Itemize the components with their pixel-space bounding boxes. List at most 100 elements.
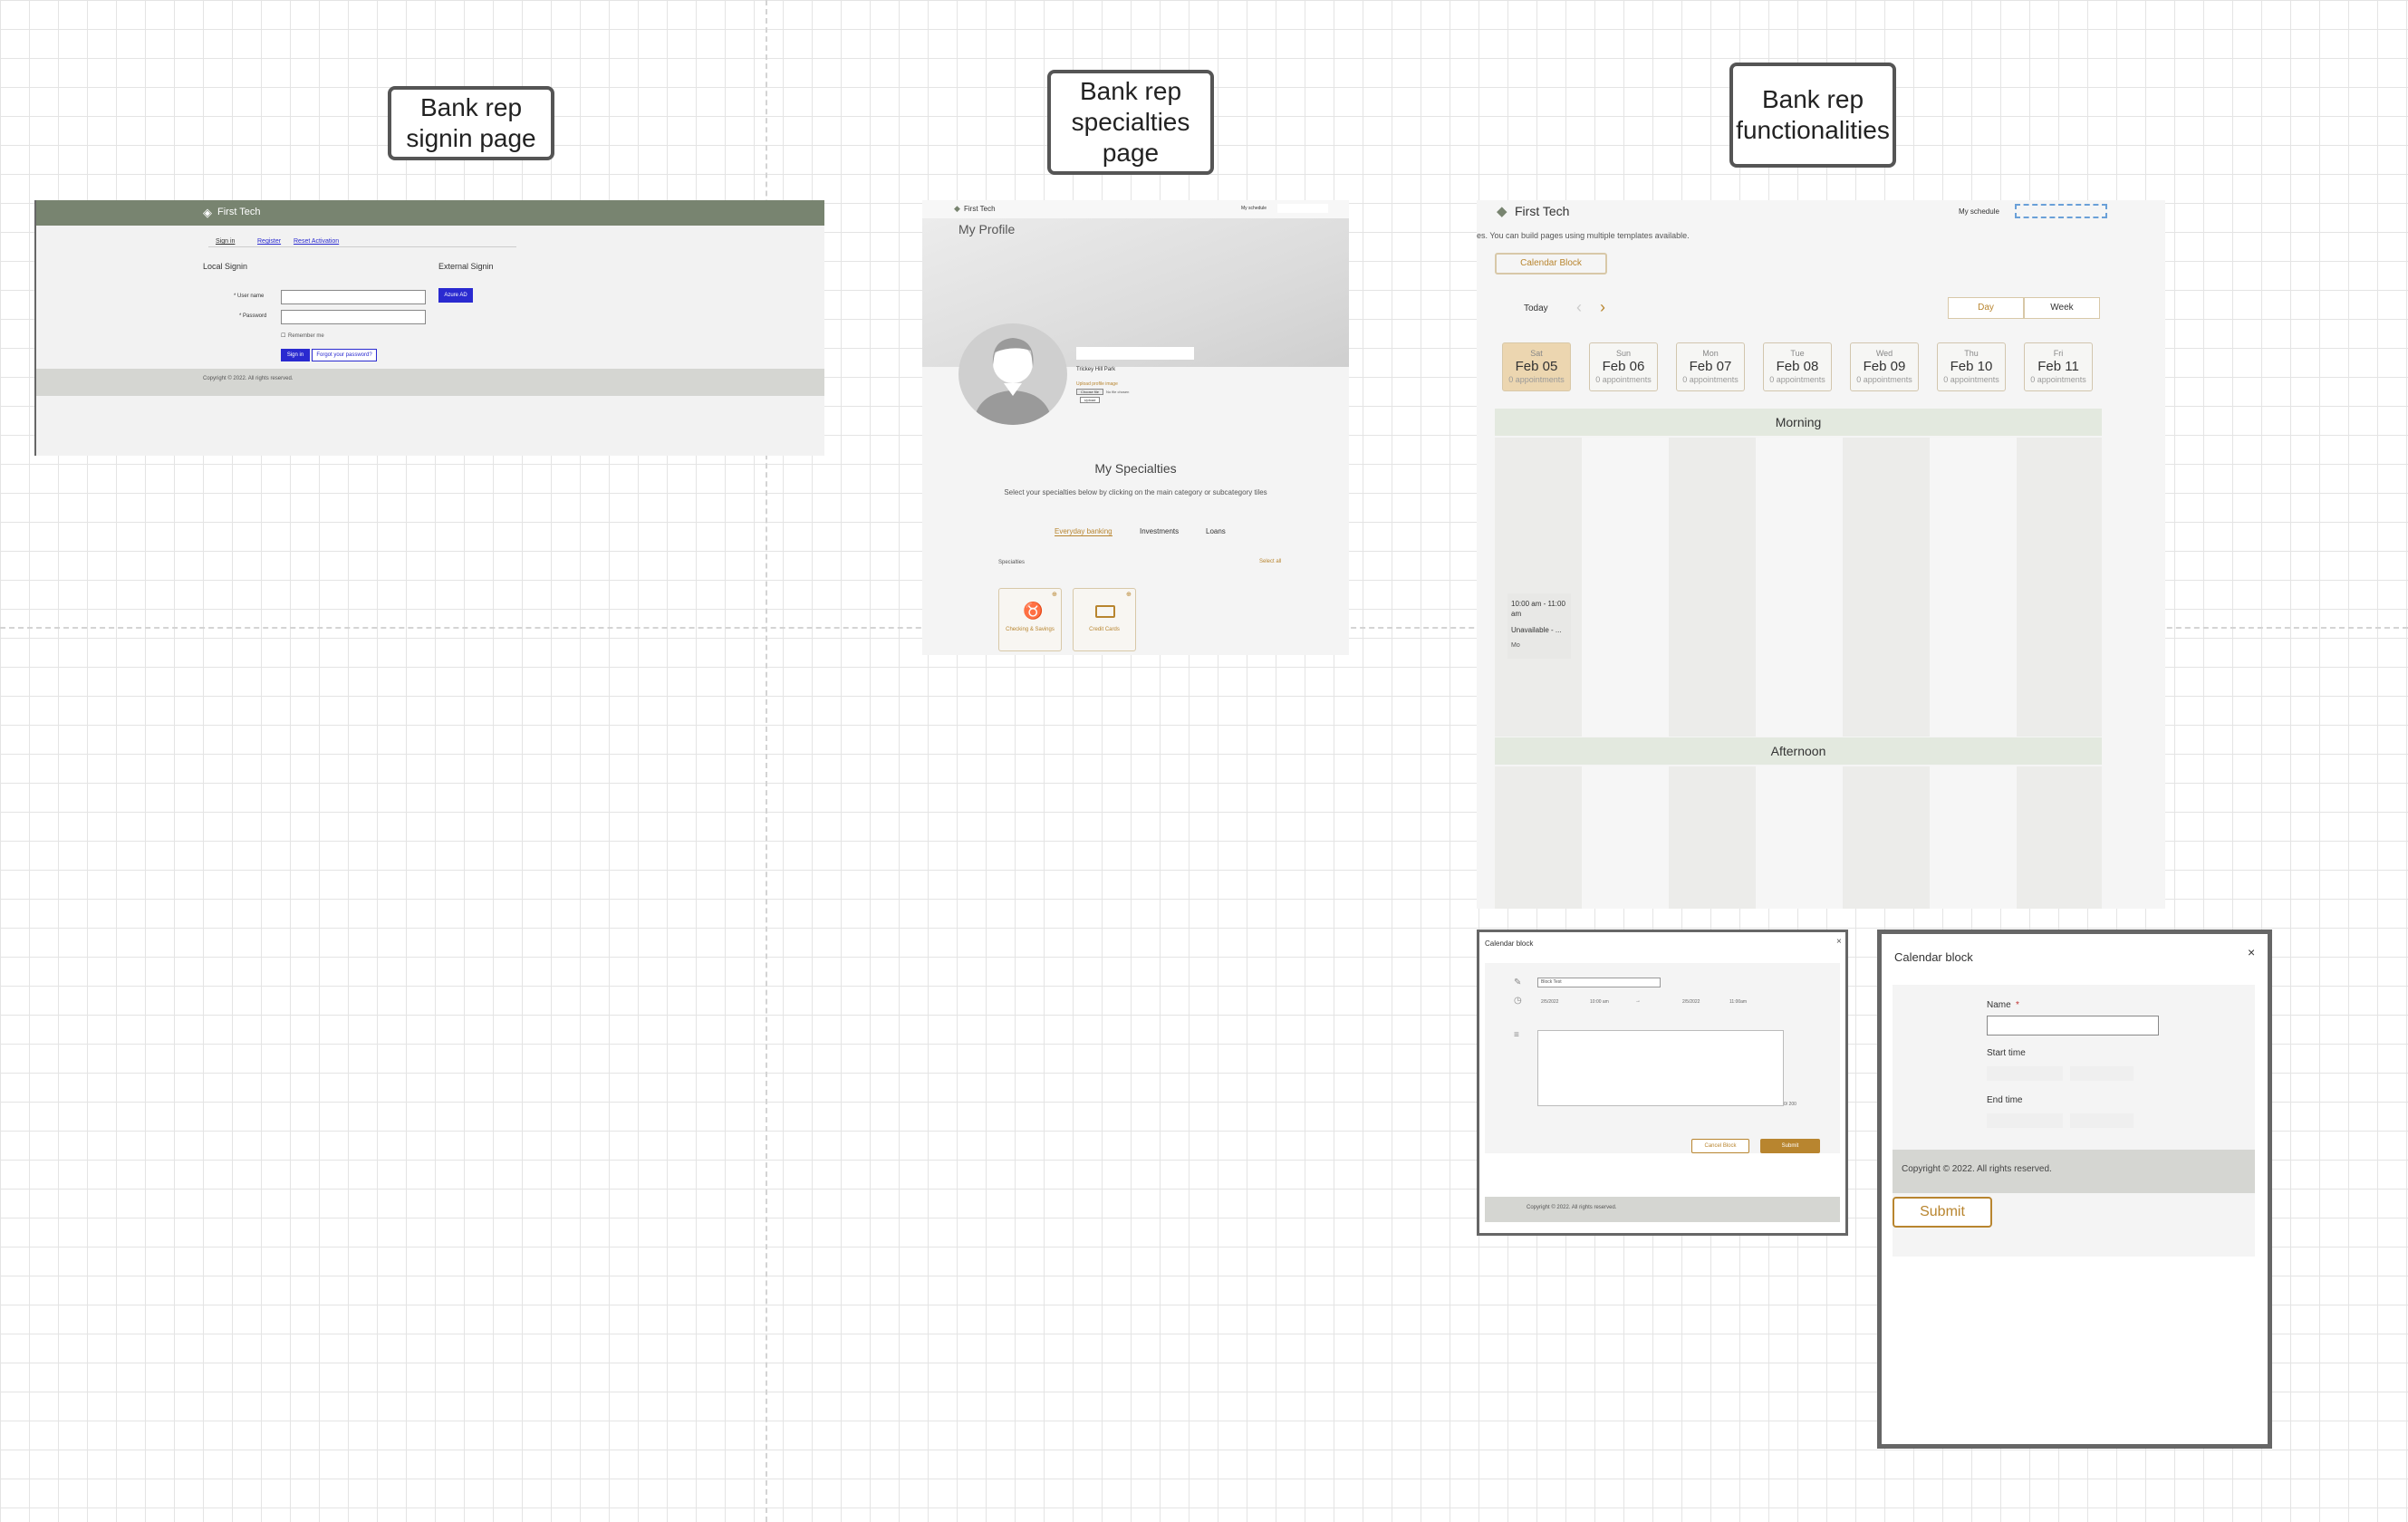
forgot-password-button[interactable]: Forgot your password? — [312, 349, 377, 361]
day-strip: Sat Feb 05 0 appointments Sun Feb 06 0 appoi… — [1502, 342, 2100, 393]
label-functionalities[interactable]: Bank rep functionalities — [1729, 63, 1896, 168]
label-specialties[interactable]: Bank rep specialties page — [1047, 70, 1214, 175]
rep-name-field[interactable] — [1076, 347, 1194, 360]
day-card-thu[interactable]: Thu Feb 10 0 appointments — [1937, 342, 2006, 391]
afternoon-col[interactable] — [1582, 766, 1669, 909]
chevron-right-icon[interactable]: › — [1600, 298, 1605, 317]
specialties-title: My Specialties — [1094, 461, 1177, 476]
calendar-block-modal-b: Calendar block × Name * Start time End t… — [1877, 930, 2272, 1449]
tab-signin[interactable]: Sign in — [216, 238, 235, 245]
calendar-nav-my-schedule[interactable]: My schedule — [1959, 207, 1999, 216]
end-time-input[interactable] — [2070, 1113, 2133, 1128]
tile-checking-label: Checking & Savings — [1006, 627, 1055, 632]
afternoon-col[interactable] — [1669, 766, 1756, 909]
start-date-input[interactable] — [1987, 1066, 2063, 1081]
day-date: Feb 06 — [1602, 359, 1645, 374]
day-card-sun[interactable]: Sun Feb 06 0 appointments — [1589, 342, 1658, 391]
afternoon-col[interactable] — [1843, 766, 1930, 909]
tile-credit-cards[interactable]: ⊕ Credit Cards — [1073, 588, 1136, 651]
morning-col[interactable] — [1495, 438, 1582, 737]
day-date: Feb 10 — [1950, 359, 1993, 374]
morning-section-header: Morning — [1495, 409, 2102, 436]
day-appointments: 0 appointments — [1682, 375, 1739, 384]
start-time-field[interactable]: 10:00 am — [1590, 999, 1609, 1005]
remember-checkbox[interactable]: ☐ — [281, 332, 285, 339]
day-name: Fri — [2053, 349, 2064, 358]
modal-b-title: Calendar block — [1894, 950, 1973, 964]
day-card-wed[interactable]: Wed Feb 09 0 appointments — [1850, 342, 1919, 391]
modal-a-body: ✎ Block Test ◷ 2/5/2022 10:00 am → 2/5/2… — [1485, 963, 1840, 1153]
profile-brand[interactable]: First Tech — [964, 205, 996, 213]
chevron-left-icon[interactable]: ‹ — [1576, 298, 1582, 317]
username-label: * User name — [234, 294, 265, 299]
signin-logo-icon: ◈ — [203, 206, 212, 219]
today-button[interactable]: Today — [1524, 303, 1548, 313]
selected-user-menu[interactable] — [2015, 204, 2107, 218]
notes-icon: ≡ — [1514, 1030, 1519, 1040]
afternoon-col[interactable] — [1495, 766, 1582, 909]
afternoon-grid — [1495, 766, 2102, 909]
azure-ad-button[interactable]: Azure AD — [438, 288, 473, 303]
calendar-page: ◆ First Tech My schedule es. You can bui… — [1477, 200, 2165, 909]
morning-col[interactable] — [1669, 438, 1756, 737]
start-time-input[interactable] — [2070, 1066, 2133, 1081]
signin-page: ◈ First Tech Sign in Register Reset Acti… — [34, 200, 824, 456]
modal-a-submit-button[interactable]: Submit — [1760, 1139, 1820, 1153]
afternoon-col[interactable] — [1930, 766, 2017, 909]
modal-b-close-icon[interactable]: × — [2248, 945, 2255, 959]
afternoon-col[interactable] — [2017, 766, 2102, 909]
label-signin[interactable]: Bank rep signin page — [388, 86, 554, 160]
calendar-event[interactable]: 10:00 am - 11:00 am Unavailable - ... Mo — [1507, 593, 1571, 659]
tab-everyday-banking[interactable]: Everyday banking — [1055, 527, 1112, 536]
modal-b-name-input[interactable] — [1987, 1016, 2159, 1036]
start-date-field[interactable]: 2/5/2022 — [1541, 999, 1558, 1005]
morning-col[interactable] — [1843, 438, 1930, 737]
username-input[interactable] — [281, 290, 426, 304]
view-day-button[interactable]: Day — [1948, 297, 2024, 319]
calendar-logo-icon: ◆ — [1497, 204, 1507, 219]
calendar-brand[interactable]: First Tech — [1515, 204, 1569, 218]
end-date-field[interactable]: 2/5/2022 — [1682, 999, 1700, 1005]
tab-reset-activation[interactable]: Reset Activation — [294, 238, 339, 245]
end-date-input[interactable] — [1987, 1113, 2063, 1128]
notes-textarea[interactable] — [1537, 1030, 1784, 1106]
profile-nav-user[interactable] — [1277, 204, 1328, 213]
block-name-input[interactable]: Block Test — [1537, 978, 1661, 987]
clock-icon: ◷ — [1514, 996, 1522, 1006]
day-card-tue[interactable]: Tue Feb 08 0 appointments — [1763, 342, 1832, 391]
morning-grid: 10:00 am - 11:00 am Unavailable - ... Mo — [1495, 438, 2102, 737]
morning-col[interactable] — [1582, 438, 1669, 737]
upload-button[interactable]: Upload — [1080, 397, 1100, 403]
modal-a-close-icon[interactable]: × — [1836, 937, 1842, 947]
signin-button[interactable]: Sign in — [281, 349, 310, 361]
modal-a-footer: Copyright © 2022. All rights reserved. — [1485, 1197, 1840, 1222]
morning-col[interactable] — [2017, 438, 2102, 737]
select-all-link[interactable]: Select all — [1259, 559, 1281, 564]
morning-col[interactable] — [1756, 438, 1843, 737]
day-card-fri[interactable]: Fri Feb 11 0 appointments — [2024, 342, 2093, 391]
afternoon-section-header: Afternoon — [1495, 737, 2102, 765]
tab-register[interactable]: Register — [257, 238, 281, 245]
morning-col[interactable] — [1930, 438, 2017, 737]
modal-a-title: Calendar block — [1485, 939, 1534, 948]
day-card-sat[interactable]: Sat Feb 05 0 appointments — [1502, 342, 1571, 391]
tile-checking-savings[interactable]: ⊕ ♉ Checking & Savings — [998, 588, 1062, 651]
afternoon-col[interactable] — [1756, 766, 1843, 909]
remember-label: Remember me — [288, 333, 324, 339]
cancel-block-button[interactable]: Cancel Block — [1691, 1139, 1749, 1153]
password-input[interactable] — [281, 310, 426, 324]
modal-b-submit-button[interactable]: Submit — [1893, 1197, 1992, 1228]
end-time-field[interactable]: 11:00am — [1729, 999, 1747, 1005]
tab-investments[interactable]: Investments — [1140, 527, 1179, 535]
tab-loans[interactable]: Loans — [1206, 527, 1226, 535]
signin-brand[interactable]: First Tech — [217, 207, 260, 217]
choose-file-button[interactable]: Choose file — [1076, 389, 1103, 395]
profile-nav-my-schedule[interactable]: My schedule — [1241, 206, 1267, 211]
password-label: * Password — [239, 313, 267, 319]
day-date: Feb 09 — [1863, 359, 1906, 374]
day-appointments: 0 appointments — [1769, 375, 1825, 384]
calendar-block-button[interactable]: Calendar Block — [1495, 253, 1607, 275]
view-week-button[interactable]: Week — [2024, 297, 2100, 319]
day-card-mon[interactable]: Mon Feb 07 0 appointments — [1676, 342, 1745, 391]
end-time-label: End time — [1987, 1095, 2023, 1105]
